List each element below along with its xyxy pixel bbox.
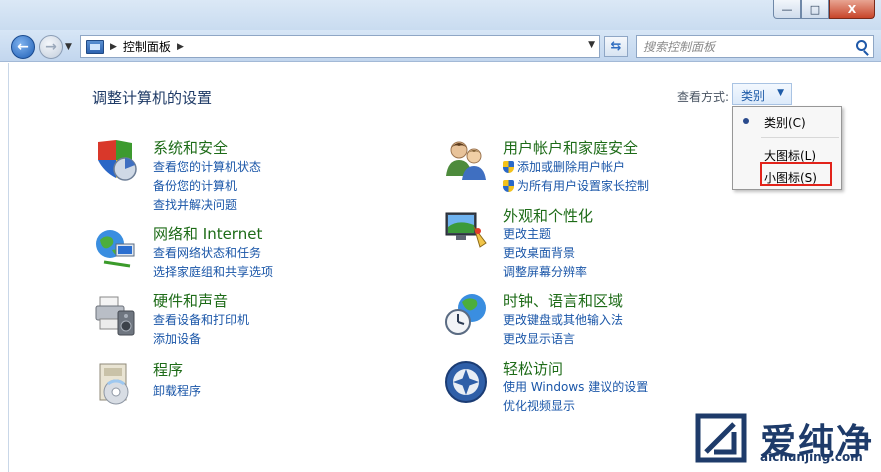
navigation-bar: ← → ▼ ▶ 控制面板 ▶ ▼ ⇆ — [0, 30, 881, 62]
menu-item-category[interactable]: 类别(C) — [733, 110, 841, 132]
refresh-button[interactable]: ⇆ — [604, 36, 628, 57]
link-screen-resolution[interactable]: 调整屏幕分辨率 — [503, 263, 587, 280]
breadcrumb-chevron-icon[interactable]: ▶ — [177, 42, 184, 52]
printer-speaker-icon — [95, 296, 135, 336]
radio-dot-icon — [743, 118, 749, 124]
view-by-dropdown[interactable]: 类别 ▼ — [732, 83, 792, 105]
category-title-user-accounts[interactable]: 用户帐户和家庭安全 — [503, 137, 638, 158]
chevron-down-icon: ▼ — [777, 88, 784, 98]
uac-shield-icon — [503, 180, 514, 192]
link-backup-computer[interactable]: 备份您的计算机 — [153, 177, 237, 194]
view-by-label: 查看方式: — [677, 90, 730, 104]
link-text: 为所有用户设置家长控制 — [517, 179, 650, 193]
search-icon[interactable] — [856, 40, 867, 51]
category-title-programs[interactable]: 程序 — [153, 359, 183, 380]
address-bar[interactable]: ▶ 控制面板 ▶ ▼ — [80, 35, 600, 58]
link-change-keyboard[interactable]: 更改键盘或其他输入法 — [503, 311, 623, 328]
link-change-theme[interactable]: 更改主题 — [503, 225, 551, 242]
view-by-value: 类别 — [741, 89, 766, 103]
link-parental-controls[interactable]: 为所有用户设置家长控制 — [503, 177, 649, 194]
category-title-ease-access[interactable]: 轻松访问 — [503, 358, 563, 379]
globe-network-icon — [96, 230, 135, 268]
link-add-remove-accounts[interactable]: 添加或删除用户帐户 — [503, 158, 625, 175]
arrow-left-icon: ← — [17, 39, 29, 55]
control-panel-icon — [86, 39, 104, 54]
category-title-clock-region[interactable]: 时钟、语言和区域 — [503, 290, 623, 311]
clock-globe-icon — [445, 294, 486, 335]
category-title-network[interactable]: 网络和 Internet — [153, 223, 262, 244]
minimize-button[interactable]: — — [773, 0, 801, 19]
category-title-appearance[interactable]: 外观和个性化 — [503, 205, 593, 226]
maximize-button[interactable]: □ — [801, 0, 829, 19]
link-optimize-visual[interactable]: 优化视频显示 — [503, 397, 575, 414]
link-add-device[interactable]: 添加设备 — [153, 330, 201, 347]
search-input[interactable] — [643, 39, 843, 54]
monitor-palette-icon — [445, 212, 487, 248]
menu-separator — [761, 137, 839, 138]
link-uninstall-program[interactable]: 卸载程序 — [153, 382, 201, 399]
link-change-display-language[interactable]: 更改显示语言 — [503, 330, 575, 347]
users-icon — [446, 141, 486, 180]
link-view-network-status[interactable]: 查看网络状态和任务 — [153, 244, 261, 261]
shield-chart-icon — [98, 140, 137, 181]
maximize-icon: □ — [809, 2, 821, 16]
category-title-hardware[interactable]: 硬件和声音 — [153, 290, 228, 311]
address-dropdown-icon[interactable]: ▼ — [588, 40, 595, 50]
link-devices-printers[interactable]: 查看设备和打印机 — [153, 311, 249, 328]
link-homegroup-sharing[interactable]: 选择家庭组和共享选项 — [153, 263, 273, 280]
close-button[interactable]: X — [829, 0, 875, 19]
recent-pages-dropdown[interactable]: ▼ — [65, 42, 72, 52]
category-title-system-security[interactable]: 系统和安全 — [153, 137, 228, 158]
link-view-computer-status[interactable]: 查看您的计算机状态 — [153, 158, 261, 175]
watermark-url: aichunjing.com — [760, 450, 863, 464]
menu-item-label: 类别(C) — [764, 116, 806, 130]
breadcrumb-chevron-icon[interactable]: ▶ — [110, 42, 117, 52]
back-button[interactable]: ← — [11, 35, 35, 59]
refresh-icon: ⇆ — [610, 39, 622, 54]
menu-item-label: 大图标(L) — [764, 149, 817, 163]
highlight-box — [760, 162, 832, 186]
programs-disc-icon — [99, 363, 129, 405]
breadcrumb-control-panel[interactable]: 控制面板 — [123, 38, 171, 55]
arrow-right-icon: → — [45, 39, 57, 55]
page-title: 调整计算机的设置 — [92, 89, 213, 107]
close-icon: X — [847, 2, 857, 16]
watermark-logo-icon — [695, 413, 747, 463]
search-box[interactable] — [636, 35, 874, 58]
minimize-icon: — — [781, 2, 793, 16]
link-change-background[interactable]: 更改桌面背景 — [503, 244, 575, 261]
forward-button[interactable]: → — [39, 35, 63, 59]
ease-of-access-icon — [445, 361, 487, 403]
title-bar: — □ X — [0, 0, 881, 30]
uac-shield-icon — [503, 161, 514, 173]
link-recommended-settings[interactable]: 使用 Windows 建议的设置 — [503, 378, 648, 395]
window-controls: — □ X — [773, 0, 875, 19]
link-troubleshoot[interactable]: 查找并解决问题 — [153, 196, 237, 213]
link-text: 添加或删除用户帐户 — [517, 160, 626, 174]
